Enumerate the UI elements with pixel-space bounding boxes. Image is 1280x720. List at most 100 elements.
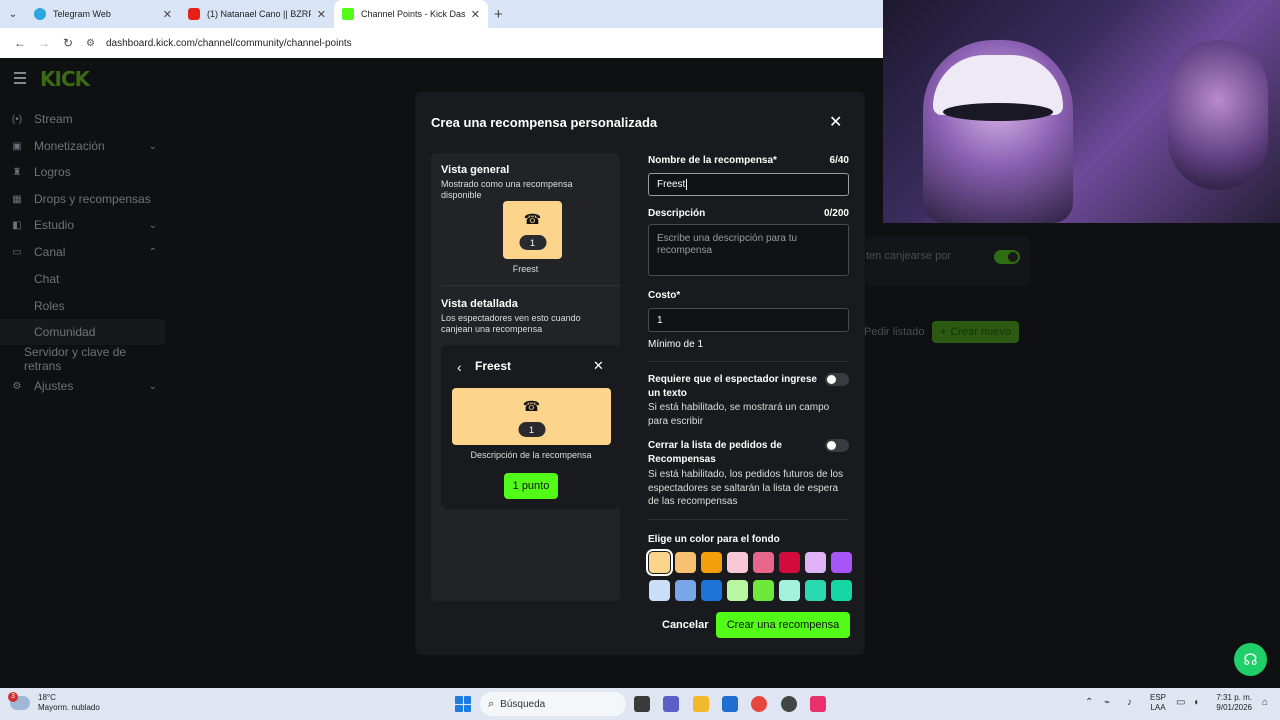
color-swatch[interactable] — [805, 552, 826, 573]
chevron-up-icon: ⌃ — [148, 246, 157, 258]
close-tab-icon[interactable]: ✕ — [317, 8, 326, 21]
network-icon[interactable]: ⌁ — [1104, 697, 1110, 708]
sidebar-item-roles[interactable]: Roles — [0, 293, 165, 319]
forward-icon[interactable]: → — [32, 36, 56, 50]
create-reward-modal: Crea una recompensa personalizada ✕ Vist… — [415, 92, 865, 655]
cost-help: Mínimo de 1 — [648, 339, 704, 350]
headset-icon: ☊ — [1243, 651, 1258, 669]
color-swatch[interactable] — [701, 552, 722, 573]
sidebar-item-community[interactable]: Comunidad — [0, 319, 165, 345]
sidebar-item-studio[interactable]: ◧ Estudio ⌄ — [0, 212, 165, 238]
color-swatch[interactable] — [727, 552, 748, 573]
menu-icon[interactable] — [14, 72, 26, 87]
tab-telegram[interactable]: Telegram Web ✕ — [26, 0, 180, 28]
taskbar-search[interactable]: ⌕ Búsqueda — [480, 692, 626, 716]
browser-tab-bar: ⌄ Telegram Web ✕ (1) Natanael Cano || BZ… — [0, 0, 883, 28]
redeem-points-button: 1 punto — [504, 473, 558, 499]
form-divider — [648, 361, 849, 362]
sidebar-item-label: Estudio — [34, 218, 75, 232]
color-swatch[interactable] — [831, 580, 852, 601]
windows-start-icon[interactable] — [455, 696, 471, 712]
chrome-icon[interactable] — [751, 696, 767, 712]
chevron-up-icon[interactable]: ⌃ — [1085, 697, 1093, 708]
background-create-button[interactable]: + Crear nuevo — [932, 321, 1019, 343]
close-tab-icon[interactable]: ✕ — [471, 8, 480, 21]
close-icon[interactable]: ✕ — [829, 112, 842, 132]
description-label: Descripción — [648, 208, 706, 219]
reward-name-value: Freest — [657, 179, 686, 190]
sidebar-item-chat[interactable]: Chat — [0, 266, 165, 292]
cancel-button[interactable]: Cancelar — [662, 619, 708, 631]
tiktok-icon[interactable] — [810, 696, 826, 712]
reward-name-counter: 6/40 — [829, 155, 849, 166]
windows-taskbar: 3 18°C Mayorm. nublado ⌕ Búsqueda ⌃ ⌁ ♪ … — [0, 688, 1280, 720]
close-tab-icon[interactable]: ✕ — [163, 8, 172, 21]
reward-name-label: Nombre de la recompensa* — [648, 155, 777, 166]
require-text-help: Si está habilitado, se mostrará un campo… — [648, 402, 830, 427]
tab-search-icon[interactable]: ⌄ — [0, 0, 26, 28]
close-queue-toggle[interactable] — [825, 439, 849, 452]
site-info-icon[interactable]: ⚙ — [86, 38, 100, 49]
reward-name-input[interactable]: Freest — [648, 173, 849, 196]
close-icon: ✕ — [593, 358, 604, 373]
color-swatch[interactable] — [805, 580, 826, 601]
sidebar-item-label: Drops y recompensas — [34, 192, 151, 206]
support-chat-button[interactable]: ☊ — [1234, 643, 1267, 676]
sidebar-item-label: Logros — [34, 165, 71, 179]
require-text-toggle[interactable] — [825, 373, 849, 386]
create-reward-button[interactable]: Crear una recompensa — [716, 612, 850, 638]
task-view-icon[interactable] — [634, 696, 650, 712]
notification-badge: 3 — [8, 692, 18, 702]
sidebar-item-achievements[interactable]: ♜ Logros — [0, 159, 165, 185]
color-swatch[interactable] — [779, 552, 800, 573]
language-bottom: LAA — [1150, 703, 1166, 712]
sidebar-item-channel[interactable]: ▭ Canal ⌃ — [0, 239, 165, 265]
color-swatch[interactable] — [753, 580, 774, 601]
reload-icon[interactable]: ↻ — [56, 36, 80, 50]
back-icon[interactable]: ← — [8, 36, 32, 50]
color-swatch[interactable] — [701, 580, 722, 601]
color-swatch[interactable] — [649, 580, 670, 601]
sidebar-item-stream[interactable]: (•) Stream — [0, 106, 165, 132]
sidebar-item-monetization[interactable]: ▣ Monetización ⌄ — [0, 133, 165, 159]
color-swatch[interactable] — [675, 552, 696, 573]
overview-title: Vista general — [441, 164, 510, 176]
store-icon[interactable] — [722, 696, 738, 712]
notifications-icon[interactable]: ⌂ — [1262, 697, 1268, 708]
kick-logo[interactable]: KICK — [40, 67, 90, 91]
language-top: ESP — [1150, 693, 1167, 702]
detail-title: Vista detallada — [441, 298, 518, 310]
file-explorer-icon[interactable] — [693, 696, 709, 712]
sidebar-item-drops[interactable]: ▦ Drops y recompensas — [0, 186, 165, 212]
app-icon[interactable] — [781, 696, 797, 712]
clock[interactable]: 7:31 p. m. 9/01/2026 — [1212, 693, 1252, 713]
color-swatch[interactable] — [675, 580, 696, 601]
cost-input[interactable]: 1 — [648, 308, 849, 332]
color-swatch[interactable] — [727, 580, 748, 601]
volume-icon[interactable]: ◖ — [1193, 697, 1199, 708]
sidebar-item-stream-key[interactable]: Servidor y clave de retrans — [0, 345, 165, 373]
teams-icon[interactable] — [663, 696, 679, 712]
color-swatch[interactable] — [753, 552, 774, 573]
background-toggle[interactable] — [994, 250, 1020, 264]
color-swatch[interactable] — [779, 580, 800, 601]
new-tab-icon[interactable]: + — [494, 6, 503, 23]
color-swatch[interactable] — [646, 549, 673, 576]
description-textarea[interactable]: Escribe una descripción para tu recompen… — [648, 224, 849, 276]
sidebar-item-settings[interactable]: ⚙ Ajustes ⌄ — [0, 373, 165, 399]
weather-widget[interactable]: 3 18°C Mayorm. nublado — [8, 692, 100, 713]
search-icon: ⌕ — [488, 697, 495, 710]
url-field[interactable]: dashboard.kick.com/channel/community/cha… — [106, 38, 352, 49]
detail-reward-card: ☎ 1 — [452, 388, 611, 445]
language-indicator[interactable]: ESP LAA — [1150, 693, 1166, 713]
reward-gift-icon: ☎ — [522, 398, 541, 414]
reward-preview-panel: Vista general Mostrado como una recompen… — [431, 153, 621, 601]
display-icon[interactable]: ▭ — [1176, 697, 1185, 708]
sidebar: KICK (•) Stream ▣ Monetización ⌄ ♜ Logro… — [0, 58, 165, 688]
background-link[interactable]: Pedir listado — [864, 326, 925, 338]
tab-kick-dashboard[interactable]: Channel Points - Kick Dashboard ✕ — [334, 0, 488, 28]
color-swatch[interactable] — [831, 552, 852, 573]
microphone-icon[interactable]: ♪ — [1127, 697, 1132, 708]
tab-youtube[interactable]: (1) Natanael Cano || BZRP Music ✕ — [180, 0, 334, 28]
preview-divider — [441, 285, 621, 286]
